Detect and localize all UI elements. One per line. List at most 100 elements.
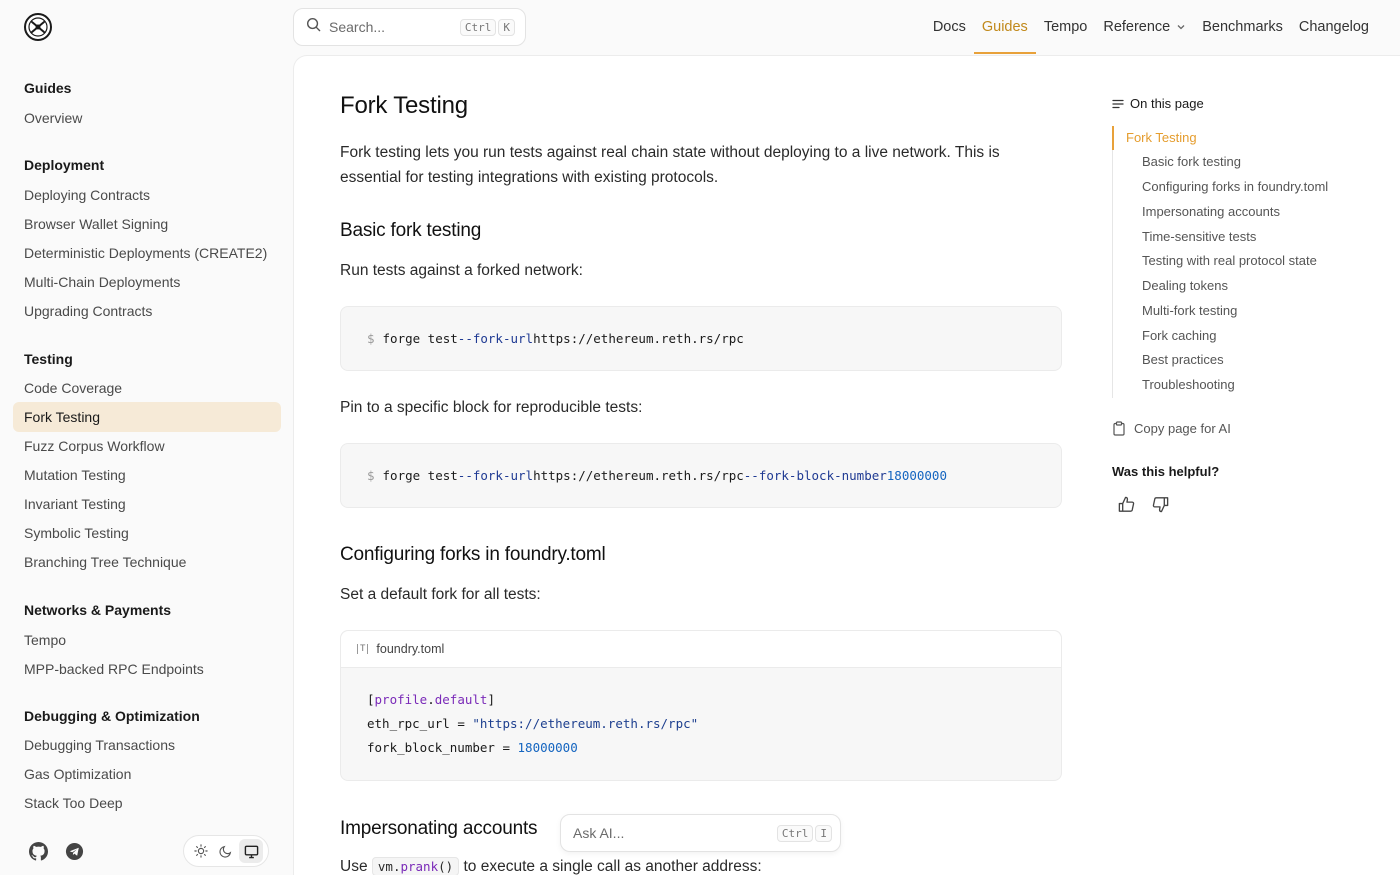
- heading-impersonating-accounts: Impersonating accounts: [340, 818, 538, 839]
- nav-docs[interactable]: Docs: [933, 0, 966, 54]
- feedback-question: Was this helpful?: [1112, 464, 1220, 479]
- configuring-text: Set a default fork for all tests:: [340, 586, 541, 603]
- heading-basic-fork-testing: Basic fork testing: [340, 220, 482, 241]
- toc-item-troubleshooting[interactable]: Troubleshooting: [1142, 377, 1235, 392]
- thumbs-up-icon[interactable]: [1116, 494, 1136, 514]
- heading-configuring-forks: Configuring forks in foundry.toml: [340, 544, 606, 565]
- toc-heading: On this page: [1112, 96, 1204, 111]
- sidebar-item-fork-testing[interactable]: Fork Testing: [13, 402, 281, 432]
- sidebar-item-mpp-rpc-endpoints[interactable]: MPP-backed RPC Endpoints: [13, 654, 281, 684]
- moon-icon[interactable]: [214, 839, 238, 863]
- toc-item-multi-fork-testing[interactable]: Multi-fork testing: [1142, 303, 1237, 318]
- sidebar-item-gas-optimization[interactable]: Gas Optimization: [13, 759, 281, 789]
- toml-key-rpc: eth_rpc_url: [367, 715, 450, 731]
- toc-item-configuring-forks[interactable]: Configuring forks in foundry.toml: [1142, 179, 1328, 194]
- basic-fork-text: Run tests against a forked network:: [340, 262, 583, 279]
- toc-item-basic-fork-testing[interactable]: Basic fork testing: [1142, 154, 1241, 169]
- sidebar-group-networks-payments: Networks & Payments: [24, 602, 172, 618]
- search-box[interactable]: Search... Ctrl K: [293, 8, 526, 46]
- nav-reference[interactable]: Reference: [1103, 0, 1186, 54]
- sidebar-item-code-coverage[interactable]: Code Coverage: [13, 373, 281, 403]
- sidebar-item-symbolic-testing[interactable]: Symbolic Testing: [13, 518, 281, 548]
- toc-item-dealing-tokens[interactable]: Dealing tokens: [1142, 278, 1228, 293]
- search-input[interactable]: Search...: [329, 19, 458, 35]
- sun-icon[interactable]: [189, 839, 213, 863]
- intro-paragraph: Fork testing lets you run tests against …: [340, 144, 1000, 186]
- toml-value-block: 18000000: [517, 739, 578, 755]
- nav-reference-label: Reference: [1103, 19, 1171, 35]
- code-flag: --fork-url: [457, 331, 534, 346]
- sidebar-item-branching-tree-technique[interactable]: Branching Tree Technique: [13, 547, 281, 577]
- toc-item-impersonating-accounts[interactable]: Impersonating accounts: [1142, 204, 1280, 219]
- shell-prompt: $: [367, 468, 375, 483]
- nav-guides[interactable]: Guides: [973, 0, 1036, 54]
- code-url: https://ethereum.reth.rs/rpc: [533, 331, 744, 346]
- foundry-logo-icon[interactable]: [24, 13, 52, 41]
- sidebar-item-invariant-testing[interactable]: Invariant Testing: [13, 489, 281, 519]
- sidebar-item-tempo[interactable]: Tempo: [13, 625, 281, 655]
- ask-ai-input[interactable]: Ask AI... Ctrl I: [560, 814, 841, 852]
- toml-section-name: profile: [374, 691, 428, 707]
- sidebar-group-debugging-optimization: Debugging & Optimization: [24, 708, 200, 724]
- sidebar-item-overview[interactable]: Overview: [13, 103, 281, 133]
- sidebar-item-deterministic-deployments[interactable]: Deterministic Deployments (CREATE2): [13, 238, 281, 268]
- code-file-header: T foundry.toml: [341, 631, 1061, 668]
- code-block-fork-block-number[interactable]: $ forge test --fork-url https://ethereum.…: [340, 443, 1062, 508]
- sidebar-item-multi-chain-deployments[interactable]: Multi-Chain Deployments: [13, 267, 281, 297]
- toml-value-rpc: "https://ethereum.reth.rs/rpc": [472, 715, 699, 731]
- sidebar-group-testing: Testing: [24, 351, 73, 367]
- nav-changelog[interactable]: Changelog: [1299, 0, 1369, 54]
- sidebar: Guides Overview Deployment Deploying Con…: [0, 56, 293, 875]
- copy-page-for-ai-button[interactable]: Copy page for AI: [1112, 421, 1231, 436]
- feedback-buttons: [1116, 494, 1170, 514]
- toc-item-real-protocol-state[interactable]: Testing with real protocol state: [1142, 253, 1317, 268]
- code-flag: --fork-url: [457, 468, 534, 483]
- telegram-icon[interactable]: [64, 841, 84, 861]
- nav-tempo[interactable]: Tempo: [1044, 0, 1088, 54]
- toml-key-block: fork_block_number: [367, 739, 495, 755]
- inline-code-vm-prank: vm.prank(): [371, 857, 460, 875]
- sidebar-item-fuzz-corpus-workflow[interactable]: Fuzz Corpus Workflow: [13, 431, 281, 461]
- sidebar-item-stack-too-deep[interactable]: Stack Too Deep: [13, 788, 281, 818]
- shortcut-key-ctrl: Ctrl: [459, 18, 497, 36]
- toml-file-icon: T: [357, 644, 369, 654]
- code-block-number: 18000000: [886, 468, 947, 483]
- sidebar-item-deploying-contracts[interactable]: Deploying Contracts: [13, 180, 281, 210]
- sidebar-item-browser-wallet-signing[interactable]: Browser Wallet Signing: [13, 209, 281, 239]
- shell-prompt: $: [367, 331, 375, 346]
- sidebar-item-debugging-transactions[interactable]: Debugging Transactions: [13, 730, 281, 760]
- code-flag-block: --fork-block-number: [743, 468, 887, 483]
- impersonating-text: Use vm.prank() to execute a single call …: [340, 857, 762, 875]
- code-cmd: forge test: [382, 468, 458, 483]
- search-icon: [306, 17, 321, 37]
- code-url: https://ethereum.reth.rs/rpc: [533, 468, 744, 483]
- toc-list: Fork Testing Basic fork testing Configur…: [1112, 126, 1352, 398]
- list-icon: [1112, 98, 1124, 110]
- code-filename: foundry.toml: [376, 642, 445, 656]
- page-title: Fork Testing: [340, 92, 468, 119]
- monitor-icon[interactable]: [239, 839, 264, 863]
- github-icon[interactable]: [28, 841, 48, 861]
- shortcut-key-ctrl: Ctrl: [776, 824, 814, 842]
- sidebar-item-mutation-testing[interactable]: Mutation Testing: [13, 460, 281, 490]
- main-content: Fork Testing Fork testing lets you run t…: [293, 55, 1400, 875]
- toc-item-fork-caching[interactable]: Fork caching: [1142, 328, 1216, 343]
- chevron-down-icon: [1176, 22, 1186, 32]
- pin-block-text: Pin to a specific block for reproducible…: [340, 399, 643, 416]
- toc-item-time-sensitive-tests[interactable]: Time-sensitive tests: [1142, 229, 1256, 244]
- nav-benchmarks[interactable]: Benchmarks: [1202, 0, 1283, 54]
- toc-item-fork-testing[interactable]: Fork Testing: [1126, 130, 1197, 145]
- top-navigation: Docs Guides Tempo Reference Benchmarks C…: [933, 0, 1369, 54]
- sidebar-group-guides: Guides: [24, 80, 72, 96]
- ask-ai-placeholder: Ask AI...: [573, 825, 625, 841]
- toc-item-best-practices[interactable]: Best practices: [1142, 352, 1224, 367]
- code-block-fork-url[interactable]: $ forge test --fork-url https://ethereum.…: [340, 306, 1062, 371]
- code-block-foundry-toml[interactable]: T foundry.toml [profile. default] eth_rpc…: [340, 630, 1062, 781]
- thumbs-down-icon[interactable]: [1150, 494, 1170, 514]
- toc-active-indicator: [1112, 126, 1114, 150]
- toml-section-key: default: [434, 691, 488, 707]
- sidebar-group-deployment: Deployment: [24, 157, 105, 173]
- sidebar-item-upgrading-contracts[interactable]: Upgrading Contracts: [13, 296, 281, 326]
- theme-switcher: [183, 835, 269, 867]
- shortcut-key-k: K: [498, 18, 515, 36]
